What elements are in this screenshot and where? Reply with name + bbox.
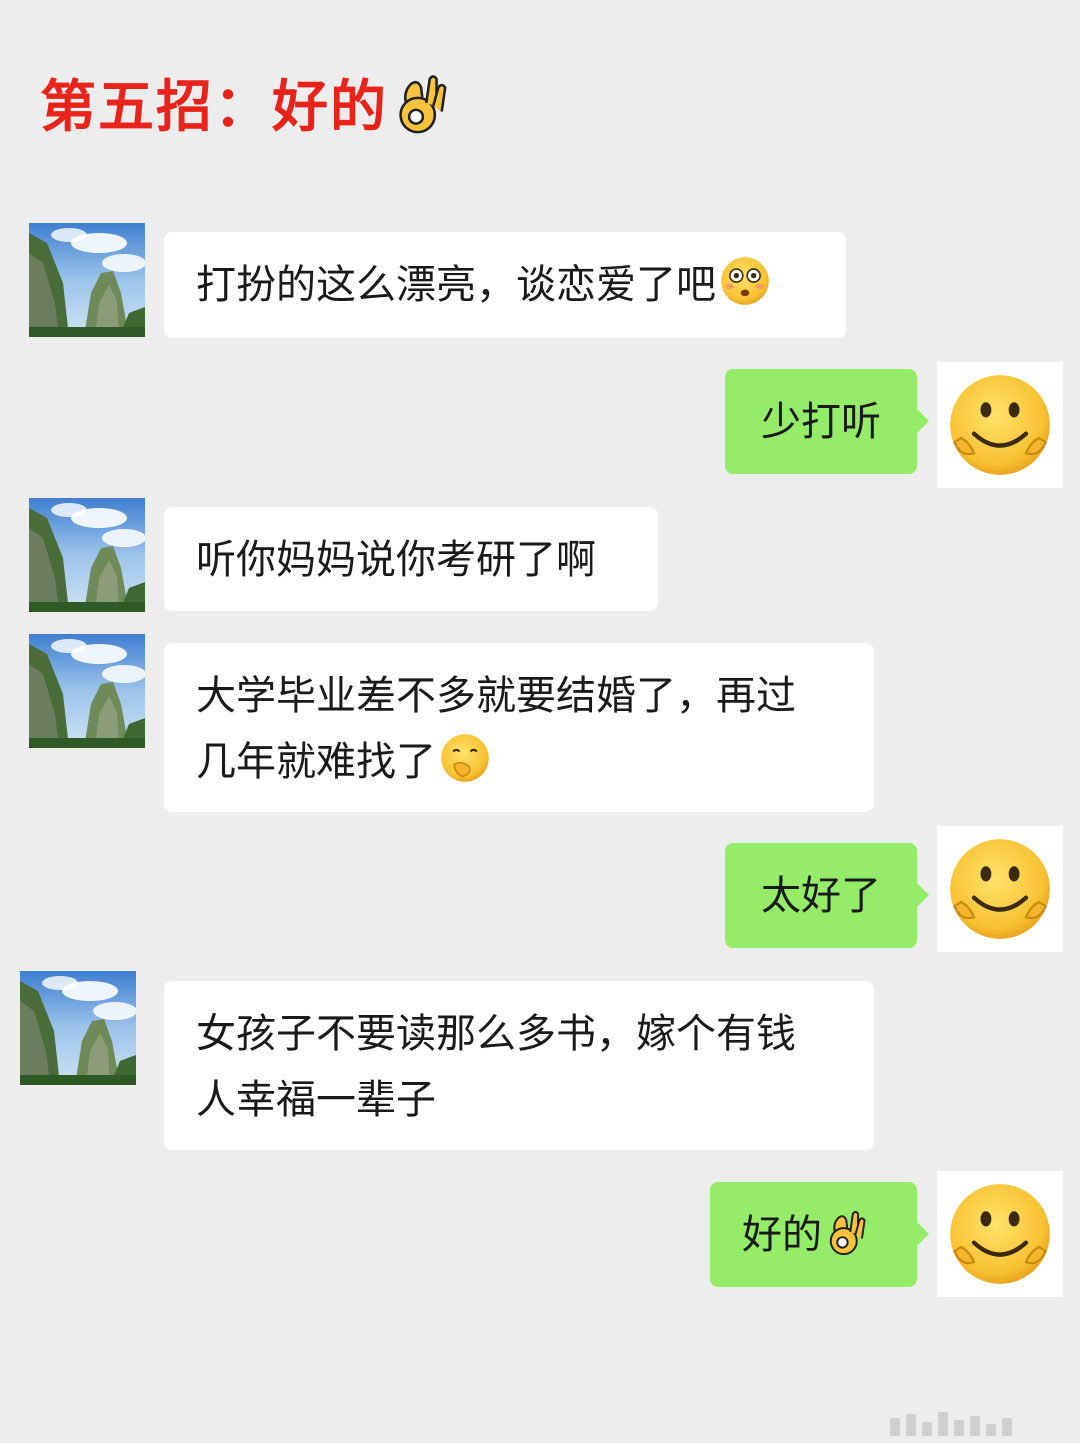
self-avatar[interactable] bbox=[937, 826, 1063, 952]
message-text-line1: 大学毕业差不多就要结婚了，再过 bbox=[196, 673, 796, 719]
message-text: 少打听 bbox=[761, 399, 881, 445]
message-text: 听你妈妈说你考研了啊 bbox=[196, 537, 596, 583]
smiley-avatar-icon bbox=[945, 373, 1055, 477]
message-text: 好的 bbox=[742, 1212, 822, 1258]
message-text-line2: 人幸福一辈子 bbox=[196, 1077, 436, 1123]
smiley-avatar-icon bbox=[945, 837, 1055, 941]
message-text-line2: 几年就难找了 bbox=[196, 739, 436, 785]
message-text: 太好了 bbox=[761, 873, 881, 919]
contact-avatar[interactable] bbox=[29, 223, 145, 337]
self-avatar[interactable] bbox=[937, 362, 1063, 488]
contact-avatar[interactable] bbox=[29, 634, 145, 748]
watermark-bars bbox=[890, 1408, 1070, 1436]
message-bubble-incoming[interactable]: 大学毕业差不多就要结婚了，再过 几年就难找了 bbox=[164, 643, 874, 812]
message-bubble-incoming[interactable]: 女孩子不要读那么多书，嫁个有钱 人幸福一辈子 bbox=[164, 981, 874, 1150]
message-bubble-outgoing[interactable]: 太好了 bbox=[725, 843, 929, 948]
contact-avatar[interactable] bbox=[20, 971, 136, 1085]
smiley-avatar-icon bbox=[945, 1182, 1055, 1286]
message-bubble-outgoing[interactable]: 少打听 bbox=[725, 369, 929, 474]
message-bubble-outgoing[interactable]: 好的 bbox=[710, 1182, 929, 1287]
flushed-face-icon bbox=[721, 257, 769, 305]
message-bubble-incoming[interactable]: 听你妈妈说你考研了啊 bbox=[164, 507, 658, 611]
message-text: 打扮的这么漂亮，谈恋爱了吧 bbox=[196, 262, 716, 308]
ok-hand-icon bbox=[399, 74, 447, 133]
page-title: 第五招：好的 bbox=[40, 62, 452, 143]
page-title-text: 第五招：好的 bbox=[40, 75, 388, 140]
ok-hand-icon bbox=[829, 1210, 866, 1256]
contact-avatar[interactable] bbox=[29, 498, 145, 612]
face-with-hand-over-mouth-icon bbox=[441, 734, 489, 782]
message-bubble-incoming[interactable]: 打扮的这么漂亮，谈恋爱了吧 bbox=[164, 232, 846, 338]
self-avatar[interactable] bbox=[937, 1171, 1063, 1297]
message-text-line1: 女孩子不要读那么多书，嫁个有钱 bbox=[196, 1011, 796, 1057]
